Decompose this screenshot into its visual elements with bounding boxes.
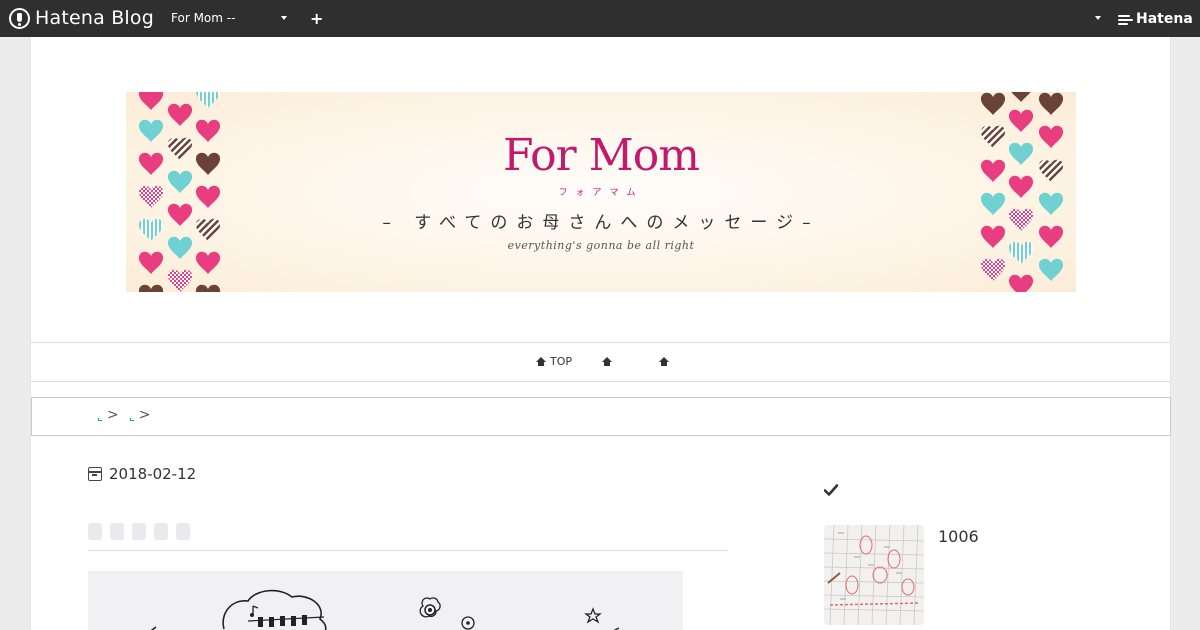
title-glyph-placeholder [110,523,124,540]
checkmark-icon [824,484,838,496]
entry-title[interactable] [88,523,198,540]
blog-select-dropdown[interactable]: For Mom -- [171,11,289,27]
banner-subtitle: – すべてのお母さんへのメッセージ– [382,213,820,233]
global-nav: TOP [31,342,1170,382]
calendar-icon [88,467,102,481]
title-glyph-placeholder [154,523,168,540]
hatena-text: Hatena [1136,11,1193,27]
sidebar-entry-count: 1006 [938,527,979,546]
header-banner[interactable]: For Mom フォアマム – すべてのお母さんへのメッセージ– everyth… [126,92,1076,292]
breadcrumb-link-icon[interactable] [129,417,134,421]
home-icon [659,357,670,366]
user-menu-caret-icon[interactable] [1095,16,1101,20]
hatena-link[interactable]: Hatena [1118,10,1193,28]
handwriting-paper-image [824,525,924,625]
blog-select-value: For Mom -- [171,11,236,25]
breadcrumb: > > [31,397,1171,436]
entry-date-text: 2018-02-12 [109,465,197,483]
title-glyph-placeholder [176,523,190,540]
home-icon [602,357,613,366]
nav-item-2[interactable] [602,355,616,368]
hatena-logo-icon [9,7,30,29]
nav-item-3[interactable] [659,355,673,368]
add-entry-button[interactable]: + [310,9,323,28]
entry-date[interactable]: 2018-02-12 [88,465,196,483]
logo-text: Hatena Blog [35,7,154,29]
doodle-illustration [150,589,620,630]
right-hearts-column [980,92,1064,292]
hatena-blog-logo[interactable]: Hatena Blog [9,6,154,30]
breadcrumb-separator: > [138,407,151,423]
sidebar-entry-thumbnail[interactable] [824,525,924,625]
entry-eyecatch-image [88,571,683,630]
hatena-top-bar: Hatena Blog For Mom -- + Hatena [0,0,1200,37]
breadcrumb-separator: > [107,407,119,423]
hatena-bubble-icon [1118,14,1133,25]
banner-tagline: everything's gonna be all right [507,239,695,252]
nav-item-label: TOP [550,355,573,368]
caret-down-icon [281,16,287,20]
title-divider [88,550,728,551]
title-glyph-placeholder [88,523,102,540]
banner-title: For Mom [503,130,700,181]
home-icon [536,357,546,366]
blog-container: For Mom フォアマム – すべてのお母さんへのメッセージ– everyth… [30,37,1171,630]
title-glyph-placeholder [132,523,146,540]
breadcrumb-link-icon[interactable] [98,417,102,421]
nav-item-top[interactable]: TOP [536,355,572,368]
banner-title-kana: フォアマム [558,188,644,198]
